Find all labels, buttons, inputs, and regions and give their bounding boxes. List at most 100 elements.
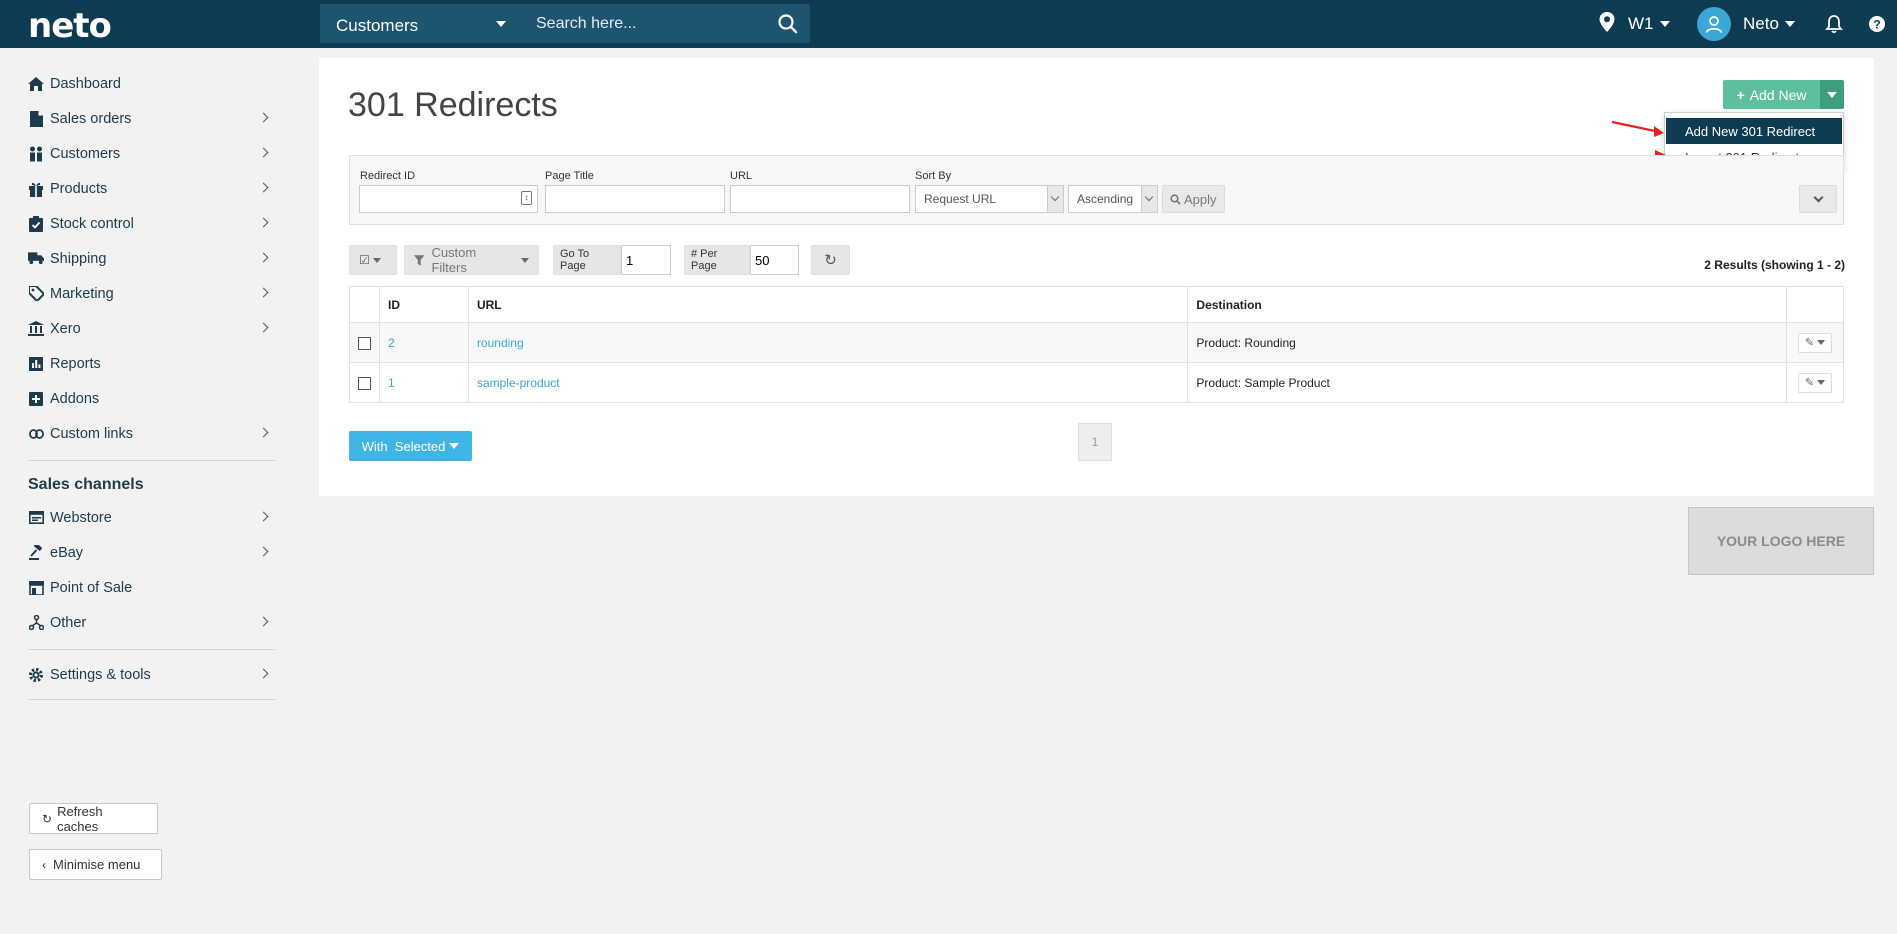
bell-icon[interactable] <box>1825 0 1843 48</box>
row-id-link[interactable]: 1 <box>388 376 395 390</box>
go-to-page-input[interactable] <box>621 245 671 275</box>
page-title-input[interactable] <box>545 185 725 213</box>
id-card-icon[interactable]: ↕ <box>521 191 532 205</box>
sidebar-item-custom-links[interactable]: Custom links <box>28 416 273 451</box>
column-header-id[interactable]: ID <box>379 286 469 323</box>
sort-by-label: Sort By <box>915 170 952 182</box>
refresh-icon: ↻ <box>824 252 837 269</box>
chevron-right-icon <box>258 616 269 627</box>
refresh-button[interactable]: ↻ <box>811 245 850 275</box>
column-header-destination[interactable]: Destination <box>1187 286 1787 323</box>
pagination-page[interactable]: 1 <box>1078 423 1112 461</box>
sidebar-item-customers[interactable]: Customers <box>28 136 273 171</box>
sidebar-divider <box>28 649 275 650</box>
chevron-left-icon: ‹ <box>42 857 46 872</box>
checkbox-icon: ☑ <box>359 253 370 267</box>
sort-by-select[interactable]: Request URL <box>915 185 1064 213</box>
location-selector[interactable]: W1 <box>1598 0 1670 48</box>
sidebar-item-label: Point of Sale <box>50 579 133 596</box>
help-icon[interactable]: ? <box>1868 0 1886 48</box>
sidebar-item-shipping[interactable]: Shipping <box>28 241 273 276</box>
add-new-dropdown-toggle[interactable] <box>1820 80 1844 109</box>
plus-icon: + <box>1736 86 1745 103</box>
apply-button[interactable]: Apply <box>1162 185 1225 213</box>
sidebar-item-settings-tools[interactable]: Settings & tools <box>28 657 273 692</box>
chevron-right-icon <box>258 427 269 438</box>
filter-icon <box>414 254 425 266</box>
row-checkbox[interactable] <box>358 336 371 350</box>
row-url-link[interactable]: sample-product <box>477 376 560 390</box>
row-destination: Product: Rounding <box>1187 322 1787 363</box>
gavel-icon <box>28 545 44 561</box>
chevron-down-icon <box>1813 192 1823 202</box>
plus-square-icon <box>28 391 44 407</box>
sort-order-value: Ascending <box>1077 192 1134 206</box>
expand-filters-button[interactable] <box>1799 185 1837 213</box>
chevron-right-icon <box>258 147 269 158</box>
sidebar-item-stock-control[interactable]: Stock control <box>28 206 273 241</box>
sidebar-item-point-of-sale[interactable]: Point of Sale <box>28 570 273 605</box>
bank-icon <box>28 321 44 337</box>
sidebar-item-label: Settings & tools <box>50 666 151 683</box>
search-icon[interactable] <box>776 12 800 36</box>
column-header-url[interactable]: URL <box>467 286 1189 323</box>
chevron-right-icon <box>258 182 269 193</box>
chevron-right-icon <box>258 252 269 263</box>
sidebar-item-label: Customers <box>50 145 121 162</box>
logo-placeholder: YOUR LOGO HERE <box>1688 507 1874 575</box>
redirect-id-input[interactable] <box>359 185 538 213</box>
sidebar-divider <box>28 699 275 700</box>
redirects-table: ID URL Destination 2 rounding Product: R… <box>349 286 1845 403</box>
row-actions-button[interactable]: ✎ <box>1797 332 1832 353</box>
neto-logo[interactable]: neto <box>28 6 112 46</box>
sidebar-item-label: Products <box>50 180 108 197</box>
row-url-link[interactable]: rounding <box>477 336 524 350</box>
svg-text:?: ? <box>1873 18 1880 32</box>
chevron-down-icon <box>1827 92 1837 98</box>
chevron-down-icon <box>1659 21 1670 27</box>
search-input[interactable] <box>520 4 770 43</box>
actions-column-header <box>1785 286 1845 323</box>
row-id-link[interactable]: 2 <box>388 336 395 350</box>
sidebar-item-other[interactable]: Other <box>28 605 273 640</box>
refresh-caches-button[interactable]: ↻ Refresh caches <box>29 803 158 834</box>
page-title: 301 Redirects <box>348 86 558 124</box>
per-page-input[interactable] <box>750 245 799 275</box>
chevron-right-icon <box>258 668 269 679</box>
select-column-header <box>349 286 380 323</box>
sidebar-item-label: Webstore <box>50 509 112 526</box>
minimise-menu-button[interactable]: ‹ Minimise menu <box>29 849 162 880</box>
chevron-right-icon <box>258 322 269 333</box>
sidebar-item-label: Reports <box>50 355 101 372</box>
add-new-button[interactable]: + Add New <box>1723 80 1820 109</box>
sidebar-item-webstore[interactable]: Webstore <box>28 500 273 535</box>
with-selected-button[interactable]: With Selected <box>349 431 472 461</box>
bulk-select-button[interactable]: ☑ <box>349 245 397 275</box>
search-scope-select[interactable]: Customers <box>320 4 520 43</box>
sidebar-item-reports[interactable]: Reports <box>28 346 273 381</box>
row-actions-button[interactable]: ✎ <box>1797 372 1832 393</box>
user-menu[interactable]: Neto <box>1697 0 1795 48</box>
sidebar-item-sales-orders[interactable]: Sales orders <box>28 101 273 136</box>
per-page-label: # Per Page <box>691 248 718 272</box>
sidebar-item-xero[interactable]: Xero <box>28 311 273 346</box>
map-pin-icon <box>1598 11 1616 38</box>
menu-item-add-new-redirect[interactable]: Add New 301 Redirect <box>1666 118 1842 144</box>
chevron-down-icon <box>372 257 381 263</box>
home-icon <box>28 76 44 92</box>
url-input[interactable] <box>730 185 910 213</box>
apply-label: Apply <box>1184 191 1217 207</box>
sort-order-select[interactable]: Ascending <box>1068 185 1158 213</box>
sidebar-item-ebay[interactable]: eBay <box>28 535 273 570</box>
table-header-row: ID URL Destination <box>349 286 1845 323</box>
clipboard-check-icon <box>28 215 44 232</box>
sidebar-item-addons[interactable]: Addons <box>28 381 273 416</box>
user-name: Neto <box>1743 14 1779 33</box>
sidebar-divider <box>28 460 275 461</box>
sidebar-item-products[interactable]: Products <box>28 171 273 206</box>
custom-filters-button[interactable]: Custom Filters <box>404 245 539 275</box>
sidebar-item-dashboard[interactable]: Dashboard <box>28 66 273 101</box>
sidebar-item-marketing[interactable]: Marketing <box>28 276 273 311</box>
row-checkbox[interactable] <box>358 376 371 390</box>
chevron-down-icon <box>1817 340 1826 345</box>
